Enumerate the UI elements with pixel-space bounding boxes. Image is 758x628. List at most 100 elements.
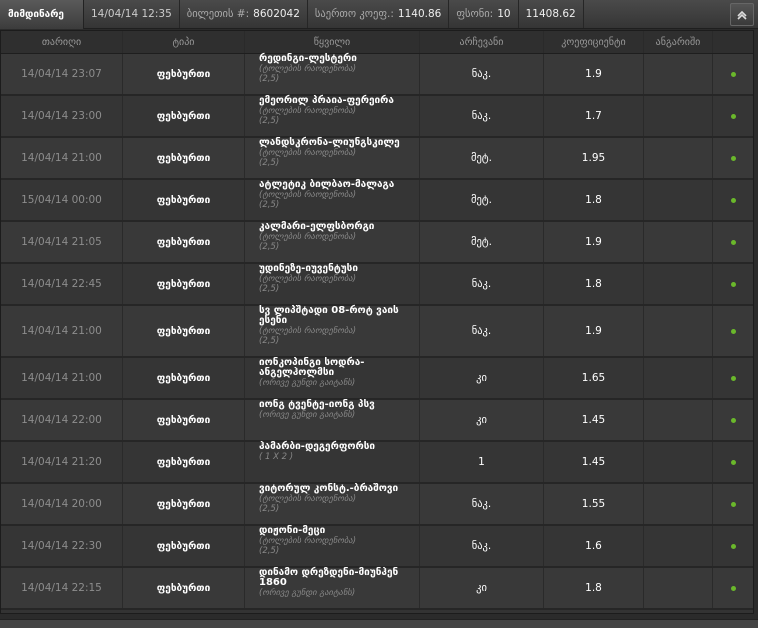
row-date: 14/04/14 22:30 <box>1 526 123 566</box>
row-choice: 1 <box>420 442 544 482</box>
table-row: 14/04/14 22:15 ფეხბურთი დინამო დრეზდენი-მი… <box>1 568 753 610</box>
row-coef: 1.55 <box>544 484 644 524</box>
row-type: ფეხბურთი <box>123 484 245 524</box>
row-coef: 1.9 <box>544 306 644 356</box>
total-coef: საერთო კოეფ.: 1140.86 <box>308 0 450 28</box>
row-event: იონგ ტვენტე-იონგ პსვ (ორივე გუნდი გაიტანს… <box>245 400 420 440</box>
status-dot-icon <box>730 155 736 161</box>
collapse-button[interactable] <box>730 3 754 26</box>
row-status <box>713 400 753 440</box>
row-status <box>713 358 753 398</box>
table-row: 14/04/14 23:00 ფეხბურთი ემეორილ პრაია-ფერე… <box>1 96 753 138</box>
row-coef: 1.6 <box>544 526 644 566</box>
payout: 11408.62 <box>519 0 584 28</box>
tab-current[interactable]: მიმდინარე <box>0 0 84 29</box>
table-row: 14/04/14 21:00 ფეხბურთი ლანდსკრონა-ლიუნგსკ… <box>1 138 753 180</box>
event-name: დიჟონი-მეცი <box>259 525 326 536</box>
row-type: ფეხბურთი <box>123 222 245 262</box>
event-line: (2,5) <box>259 336 280 346</box>
row-choice: ნაკ. <box>420 484 544 524</box>
ticket-datetime-text: 14/04/14 12:35 <box>91 8 172 20</box>
table-row: 14/04/14 22:30 ფეხბურთი დიჟონი-მეცი (ტოლები… <box>1 526 753 568</box>
table-row: 14/04/14 21:05 ფეხბურთი კალმარი-ელფსბორგი(… <box>1 222 753 264</box>
status-dot-icon <box>730 585 736 591</box>
row-type: ფეხბურთი <box>123 442 245 482</box>
event-market: (ორივე გუნდი გაიტანს) <box>259 410 356 420</box>
event-name: იონგ ტვენტე-იონგ პსვ <box>259 399 375 410</box>
row-status <box>713 264 753 304</box>
row-score <box>644 264 713 304</box>
row-type: ფეხბურთი <box>123 264 245 304</box>
chevron-up-icon <box>737 10 747 20</box>
status-dot-icon <box>730 375 736 381</box>
status-dot-icon <box>730 328 736 334</box>
event-name: დინამო დრეზდენი-მიუნჰენ 1860 <box>259 567 399 588</box>
row-type: ფეხბურთი <box>123 306 245 356</box>
row-type: ფეხბურთი <box>123 180 245 220</box>
event-name: იონკოპინგი სოდრა-ანგელჰოლმსი <box>259 357 365 378</box>
row-score <box>644 138 713 178</box>
event-name: ჰამარბი-დეგერფორსი <box>259 441 376 452</box>
ticket-number-label: ბილეთის #: <box>186 8 250 20</box>
event-name: უდინეზე-იუვენტუსი <box>259 263 358 274</box>
table-row: 14/04/14 21:20 ფეხბურთი ჰამარბი-დეგერფორსი… <box>1 442 753 484</box>
row-status <box>713 54 753 94</box>
row-choice: ნაკ. <box>420 264 544 304</box>
row-coef: 1.95 <box>544 138 644 178</box>
row-score <box>644 96 713 136</box>
row-choice: მეტ. <box>420 222 544 262</box>
row-date: 15/04/14 00:00 <box>1 180 123 220</box>
status-dot-icon <box>730 239 736 245</box>
event-market: (ტოლების რაოდენობა) <box>259 536 357 546</box>
event-name: ლანდსკრონა-ლიუნგსკილე <box>259 137 400 148</box>
table-row: 14/04/14 21:00 ფეხბურთი სვ ლიპშტადი 08-როტ… <box>1 306 753 358</box>
event-line: (2,5) <box>259 546 280 556</box>
row-coef: 1.7 <box>544 96 644 136</box>
row-date: 14/04/14 21:00 <box>1 358 123 398</box>
row-choice: ნაკ. <box>420 54 544 94</box>
row-status <box>713 484 753 524</box>
row-date: 14/04/14 20:00 <box>1 484 123 524</box>
status-dot-icon <box>730 543 736 549</box>
event-name: სვ ლიპშტადი 08-როტ ვაის ესენი <box>259 305 399 326</box>
event-market: (ტოლების რაოდენობა) <box>259 148 357 158</box>
row-event: უდინეზე-იუვენტუსი (ტოლების რაოდენობა) (2,5… <box>245 264 420 304</box>
row-status <box>713 96 753 136</box>
status-dot-icon <box>730 501 736 507</box>
row-type: ფეხბურთი <box>123 526 245 566</box>
row-coef: 1.8 <box>544 180 644 220</box>
row-event: დინამო დრეზდენი-მიუნჰენ 1860 (ორივე გუნდი… <box>245 568 420 608</box>
table-row: 14/04/14 23:07 ფეხბურთი რედინგი-ლესტერი (ტო… <box>1 54 753 96</box>
row-date: 14/04/14 22:45 <box>1 264 123 304</box>
row-score <box>644 442 713 482</box>
tab-current-label: მიმდინარე <box>8 9 64 20</box>
row-date: 14/04/14 21:00 <box>1 138 123 178</box>
event-line: (2,5) <box>259 116 280 126</box>
row-score <box>644 306 713 356</box>
event-name: კალმარი-ელფსბორგი <box>259 221 375 232</box>
row-coef: 1.65 <box>544 358 644 398</box>
col-choice: არჩევანი <box>420 31 544 53</box>
status-dot-icon <box>730 417 736 423</box>
row-event: ემეორილ პრაია-ფერეირა (ტოლების რაოდენობა)… <box>245 96 420 136</box>
row-event: ვიტორულ კონსტ.-ბრაშოვი (ტოლების რაოდენობა… <box>245 484 420 524</box>
row-event: ჰამარბი-დეგერფორსი( 1 X 2 ) <box>245 442 420 482</box>
row-date: 14/04/14 21:20 <box>1 442 123 482</box>
ticket-datetime: 14/04/14 12:35 <box>84 0 180 28</box>
col-event: წყვილი <box>245 31 420 53</box>
event-line: (2,5) <box>259 158 280 168</box>
row-choice: ნაკ. <box>420 306 544 356</box>
row-date: 14/04/14 22:00 <box>1 400 123 440</box>
payout-value: 11408.62 <box>525 8 576 20</box>
col-date: თარიღი <box>1 31 123 53</box>
row-date: 14/04/14 21:05 <box>1 222 123 262</box>
row-status <box>713 568 753 608</box>
event-line: (2,5) <box>259 504 280 514</box>
row-score <box>644 400 713 440</box>
row-coef: 1.8 <box>544 264 644 304</box>
event-market: (ორივე გუნდი გაიტანს) <box>259 588 356 598</box>
row-choice: მეტ. <box>420 180 544 220</box>
row-event: ლანდსკრონა-ლიუნგსკილე (ტოლების რაოდენობა)… <box>245 138 420 178</box>
event-name: რედინგი-ლესტერი <box>259 53 357 64</box>
event-market: (ტოლების რაოდენობა) <box>259 326 357 336</box>
